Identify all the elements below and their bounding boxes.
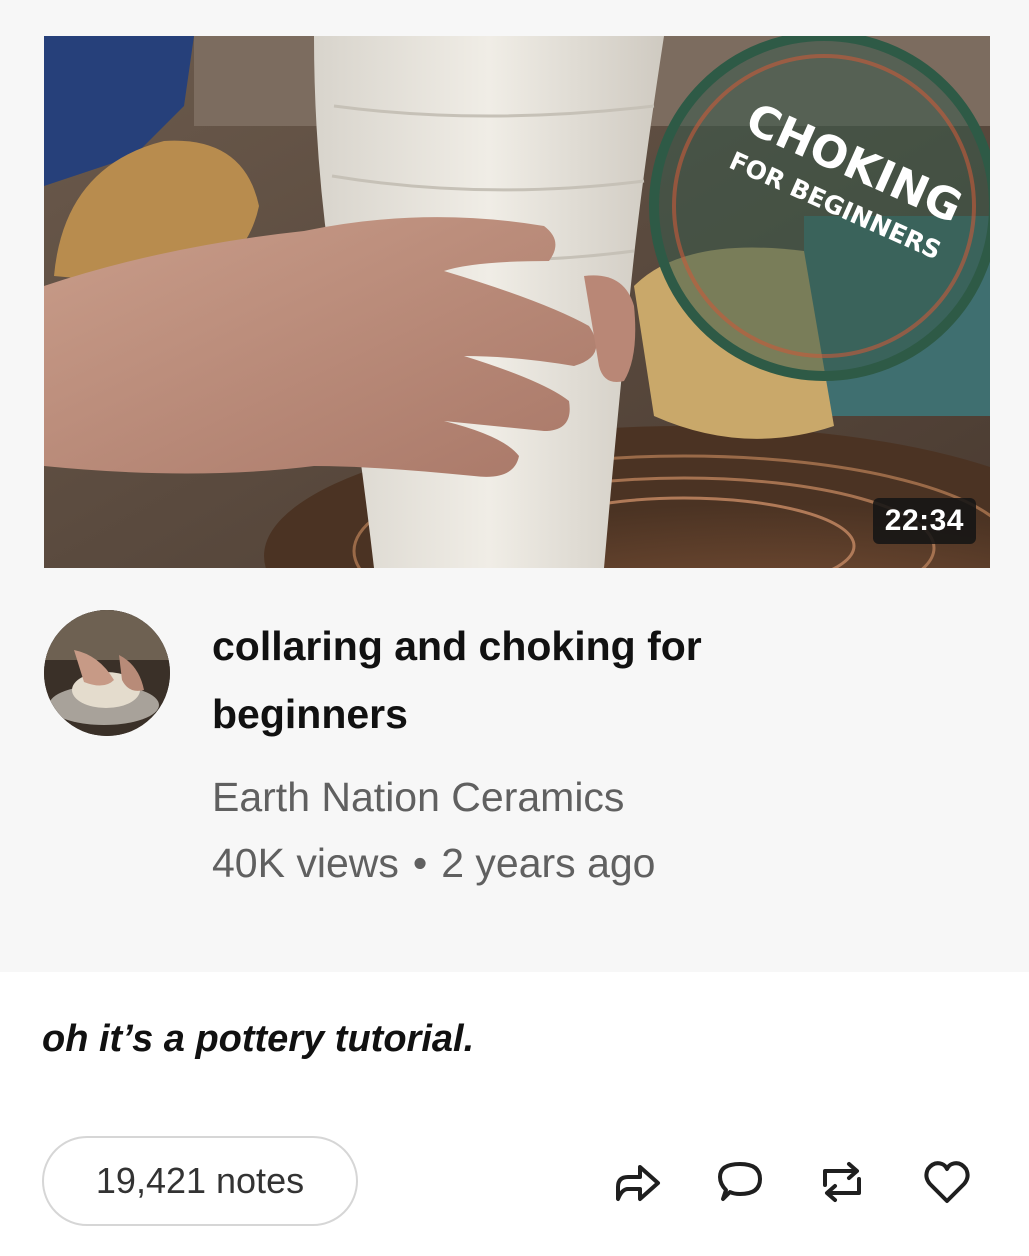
avatar-image: [44, 610, 170, 736]
view-count: 40K views: [212, 840, 399, 886]
post-caption: oh it’s a pottery tutorial.: [42, 1018, 475, 1060]
share-button[interactable]: [610, 1155, 664, 1209]
video-thumbnail[interactable]: CHOKING FOR BEGINNERS 22:34: [44, 36, 990, 568]
reply-icon: [718, 1162, 762, 1201]
reblog-icon: [823, 1162, 861, 1202]
duration-badge: 22:34: [872, 498, 976, 544]
video-embed-card[interactable]: CHOKING FOR BEGINNERS 22:34 collaring an…: [0, 0, 1029, 972]
notes-button[interactable]: 19,421 notes: [42, 1136, 358, 1226]
channel-avatar[interactable]: [44, 610, 170, 736]
meta-separator: •: [412, 840, 428, 886]
reblog-button[interactable]: [815, 1155, 869, 1209]
channel-name[interactable]: Earth Nation Ceramics: [212, 774, 624, 821]
video-meta: 40K views • 2 years ago: [212, 840, 655, 887]
like-icon: [924, 1161, 970, 1203]
like-button[interactable]: [920, 1155, 974, 1209]
reply-button[interactable]: [713, 1155, 767, 1209]
upload-age: 2 years ago: [441, 840, 656, 886]
thumbnail-image: CHOKING FOR BEGINNERS: [44, 36, 990, 568]
share-icon: [616, 1165, 660, 1201]
video-title[interactable]: collaring and choking for beginners: [212, 612, 852, 748]
